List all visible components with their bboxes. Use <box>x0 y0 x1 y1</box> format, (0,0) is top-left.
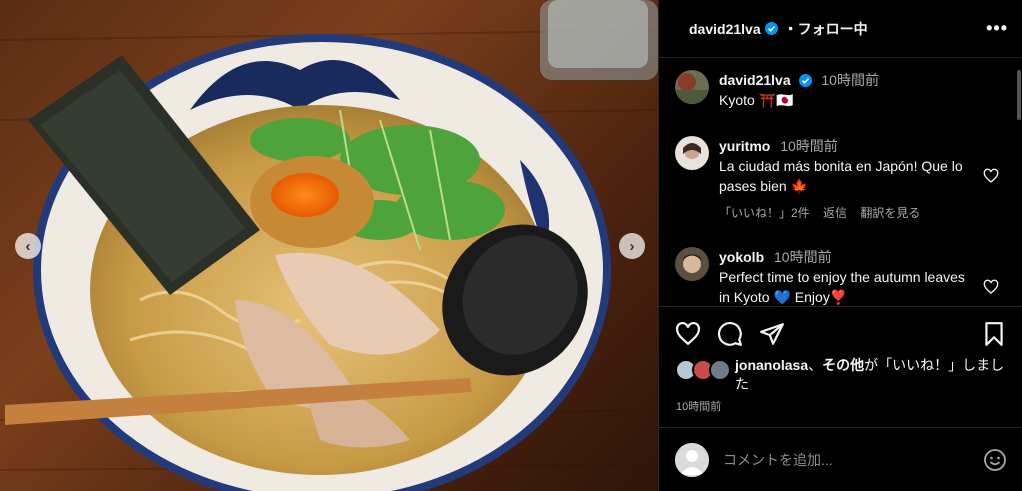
likes-others-link[interactable]: その他 <box>822 357 864 373</box>
comment-text: La ciudad más bonita en Japón! Que lo pa… <box>719 158 963 194</box>
see-translation-button[interactable]: 翻訳を見る <box>860 206 920 220</box>
more-options-icon[interactable]: ••• <box>986 18 1008 39</box>
comment-time[interactable]: 10時間前 <box>780 138 838 154</box>
likes-text: jonanolasa、その他が「いいね！」しました <box>735 356 1005 394</box>
liker-avatars[interactable] <box>675 359 733 381</box>
comment-row: yokolb 10時間前 Perfect time to enjoy the a… <box>675 247 1005 306</box>
comment-meta: 「いいね！」2件 返信 翻訳を見る <box>719 203 975 223</box>
share-paper-plane-icon[interactable] <box>759 321 785 347</box>
post-actions-bar <box>659 306 1022 360</box>
ramen-photo <box>0 0 658 491</box>
comment-row: yuritmo 10時間前 La ciudad más bonita en Ja… <box>675 136 1005 223</box>
follow-status[interactable]: ・フォロー中 <box>784 19 868 39</box>
verified-badge-icon <box>764 22 778 35</box>
avatar[interactable] <box>675 247 709 281</box>
like-comment-heart-icon[interactable] <box>983 279 999 295</box>
like-comment-heart-icon[interactable] <box>983 168 999 184</box>
avatar <box>709 359 731 381</box>
like-heart-icon[interactable] <box>675 321 701 347</box>
post-photo: ‹ › <box>0 0 658 491</box>
caption-text: Kyoto ⛩️🇯🇵 <box>719 92 794 108</box>
author-username[interactable]: david21lva <box>689 21 761 37</box>
avatar-image-icon <box>675 136 709 170</box>
next-photo-button[interactable]: › <box>619 233 645 259</box>
previous-photo-button[interactable]: ‹ <box>15 233 41 259</box>
emoji-picker-icon[interactable] <box>983 448 1007 472</box>
comment-time[interactable]: 10時間前 <box>774 249 832 265</box>
caption-time[interactable]: 10時間前 <box>821 72 879 88</box>
comments-list[interactable]: david21lva 10時間前 Kyoto ⛩️🇯🇵 yuritmo 10時間… <box>659 58 1022 306</box>
comment-username[interactable]: yokolb <box>719 249 764 265</box>
likes-summary: jonanolasa、その他が「いいね！」しました <box>675 356 1005 394</box>
post-header: david21lva ・フォロー中 ••• <box>659 0 1022 58</box>
add-comment-bar <box>659 427 1022 491</box>
instagram-post-modal: ‹ › david21lva ・フォロー中 ••• david21lva 10時… <box>0 0 1022 491</box>
comments-scrollbar[interactable] <box>1017 70 1021 120</box>
comment-bubble-icon[interactable] <box>717 321 743 347</box>
post-timestamp[interactable]: 10時間前 <box>676 398 721 414</box>
caption-row: david21lva 10時間前 Kyoto ⛩️🇯🇵 <box>675 70 1005 110</box>
liker-username[interactable]: jonanolasa <box>735 357 808 373</box>
comment-username[interactable]: yuritmo <box>719 138 770 154</box>
avatar-image-icon <box>675 247 709 281</box>
avatar-image-icon <box>675 70 709 104</box>
comment-likes-count[interactable]: 「いいね！」2件 <box>719 206 810 220</box>
comment-text: Perfect time to enjoy the autumn leaves … <box>719 269 965 305</box>
current-user-avatar <box>675 442 709 477</box>
post-side-panel: david21lva ・フォロー中 ••• david21lva 10時間前 K… <box>658 0 1022 491</box>
default-avatar-icon <box>675 442 709 477</box>
avatar[interactable] <box>675 136 709 170</box>
verified-badge-icon <box>798 74 812 87</box>
add-comment-input[interactable] <box>723 451 953 468</box>
reply-button[interactable]: 返信 <box>823 206 847 220</box>
likes-separator: 、 <box>808 357 823 373</box>
caption-username[interactable]: david21lva <box>719 72 791 88</box>
avatar[interactable] <box>675 70 709 104</box>
save-bookmark-icon[interactable] <box>981 321 1007 347</box>
